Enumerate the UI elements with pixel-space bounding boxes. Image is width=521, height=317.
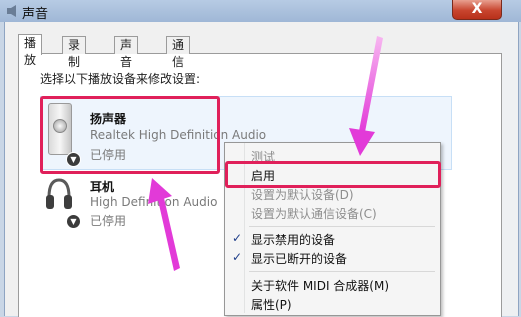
menu-item-set-default[interactable]: 设置为默认设备(D): [251, 186, 354, 203]
close-button[interactable]: X: [452, 0, 502, 20]
headphones-icon: [46, 178, 72, 209]
menu-item-show-disconnected[interactable]: 显示已断开的设备: [251, 250, 347, 267]
check-icon: ✓: [232, 231, 243, 245]
window-title: 声音: [22, 7, 49, 22]
check-icon: ✓: [232, 250, 243, 264]
menu-item-properties[interactable]: 属性(P): [251, 296, 292, 313]
tab-playback[interactable]: 播放: [18, 34, 43, 67]
tab-communications[interactable]: 通信: [166, 36, 191, 69]
title-bar: [0, 0, 521, 22]
device-driver-headphones: High Definition Audio: [90, 195, 218, 209]
menu-item-show-disabled[interactable]: 显示禁用的设备: [251, 231, 335, 248]
device-status-headphones: 已停用: [90, 214, 127, 228]
tab-recording[interactable]: 录制: [62, 36, 87, 69]
highlight-box-speakers: [40, 96, 220, 174]
speaker-app-icon: [7, 5, 16, 17]
menu-separator: [249, 271, 435, 272]
menu-item-about-midi[interactable]: 关于软件 MIDI 合成器(M): [251, 277, 389, 294]
tab-sounds[interactable]: 声音: [114, 36, 139, 69]
window-edge: [500, 22, 517, 316]
menu-separator: [249, 226, 435, 227]
disabled-badge-icon: ▼: [66, 214, 81, 229]
menu-item-set-default-comm[interactable]: 设置为默认通信设备(C): [251, 205, 377, 222]
device-name-headphones: 耳机: [90, 180, 115, 194]
instruction-label: 选择以下播放设备来修改设置:: [40, 72, 201, 86]
highlight-box-enable: [225, 161, 441, 188]
